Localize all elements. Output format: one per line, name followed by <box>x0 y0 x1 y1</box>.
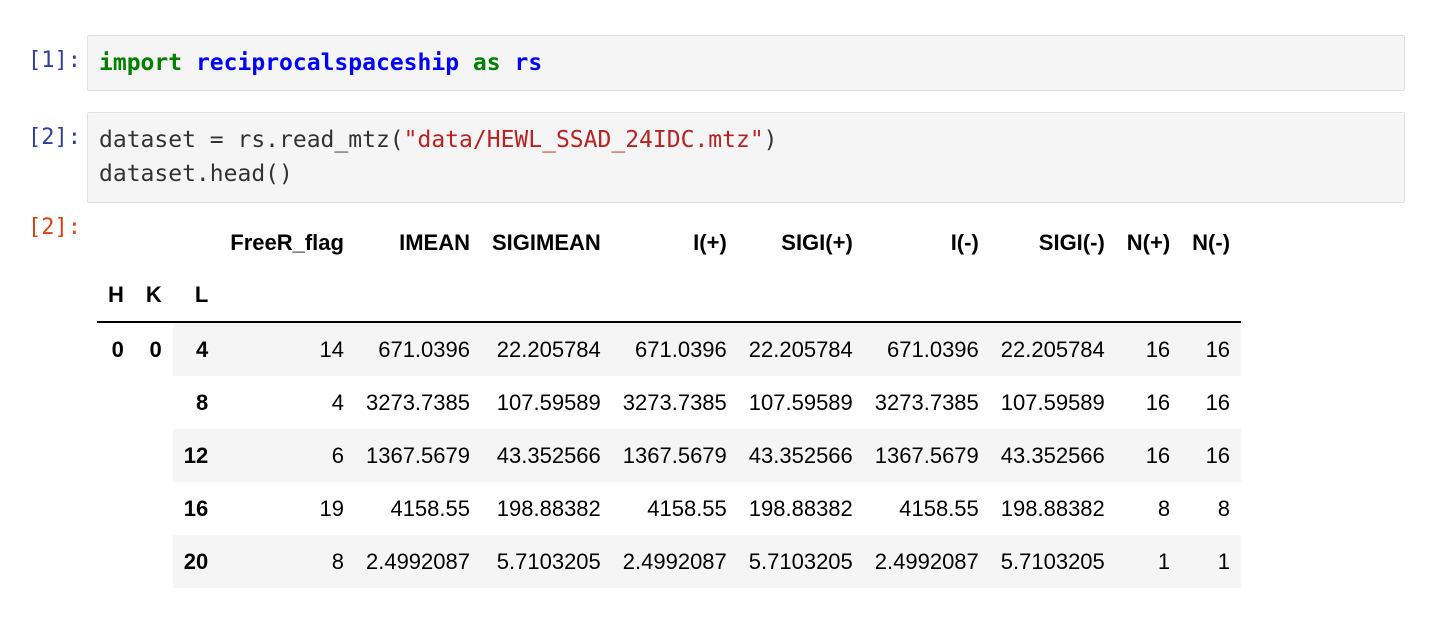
table-cell: 107.59589 <box>1000 389 1105 415</box>
table-cell: 43.352566 <box>737 429 864 482</box>
table-cell: 5.7103205 <box>989 535 1116 588</box>
table-cell: 43.352566 <box>989 429 1116 482</box>
table-cell: 16 <box>1145 389 1171 415</box>
index-l-value: 16 <box>183 495 209 521</box>
table-cell: 198.88382 <box>748 495 853 521</box>
table-cell: 16 <box>1115 322 1182 376</box>
table-cell: 1367.5679 <box>863 429 990 482</box>
dataframe-table: FreeR_flag IMEAN SIGIMEAN I(+) SIGI(+) I… <box>97 216 1242 588</box>
index-hk-value: 0 <box>97 322 135 588</box>
column-header: N(-) <box>1192 229 1231 255</box>
table-cell: 4 <box>331 389 344 415</box>
table-cell: 16 <box>1181 322 1242 376</box>
table-cell: 3273.7385 <box>365 389 470 415</box>
table-row: 20 8 2.4992087 5.7103205 2.4992087 5.7103205 2… <box>97 535 1242 588</box>
table-cell: 3273.7385 <box>622 389 727 415</box>
index-hk-value: 0 <box>134 322 173 588</box>
code-string: "data/HEWL_SSAD_24IDC.mtz" <box>403 127 764 153</box>
table-cell: 198.88382 <box>1000 495 1105 521</box>
table-cell: 43.352566 <box>480 429 612 482</box>
table-row: 0 0 4 14 671.0396 22.205784 671.0396 22.205784 6… <box>97 322 1242 588</box>
output-prompt-2: [2]: <box>28 215 81 240</box>
index-l-value: 4 <box>172 322 220 376</box>
table-cell: 8 <box>1157 495 1171 521</box>
column-header-row: FreeR_flag IMEAN SIGIMEAN I(+) SIGI(+) I… <box>97 216 1241 269</box>
index-name: K <box>134 269 173 323</box>
table-cell: 19 <box>319 495 344 521</box>
table-row: 12 6 1367.5679 43.352566 1367.5679 43.352566 1… <box>97 429 1242 482</box>
code-cell-2[interactable]: dataset = rs.read_mtz("data/HEWL_SSAD_24… <box>87 112 1405 203</box>
code-keyword-import: import <box>99 50 183 76</box>
table-cell: 671.0396 <box>863 322 990 376</box>
table-cell: 8 <box>1217 495 1231 521</box>
table-cell: 6 <box>219 429 355 482</box>
index-name: L <box>172 269 220 323</box>
code-text: dataset = rs.read_mtz( <box>99 127 404 153</box>
index-name: H <box>97 269 135 323</box>
column-header: SIGIMEAN <box>491 229 601 255</box>
column-header: FreeR_flag <box>230 229 344 255</box>
table-cell: 198.88382 <box>496 495 601 521</box>
column-header: I(+) <box>693 229 727 255</box>
table-cell: 4158.55 <box>899 495 979 521</box>
table-cell: 1367.5679 <box>611 429 738 482</box>
code-cell-1[interactable]: import reciprocalspaceship as rs <box>87 35 1405 91</box>
index-name-row: H K L <box>97 269 1242 323</box>
table-row: 8 4 3273.7385 107.59589 3273.7385 107.59589 32… <box>97 376 1241 429</box>
table-cell: 16 <box>1115 429 1182 482</box>
table-cell: 671.0396 <box>354 322 481 376</box>
column-header: SIGI(-) <box>1038 229 1105 255</box>
table-cell: 1367.5679 <box>354 429 481 482</box>
column-header: N(+) <box>1126 229 1171 255</box>
table-row: 16 19 4158.55 198.88382 4158.55 198.88382 4158… <box>97 482 1241 535</box>
table-cell: 2.4992087 <box>611 535 738 588</box>
table-cell: 1 <box>1115 535 1182 588</box>
index-l-value: 12 <box>172 429 220 482</box>
index-l-value: 20 <box>172 535 220 588</box>
blank-header <box>97 216 135 269</box>
code-module-name: reciprocalspaceship <box>195 50 460 76</box>
column-header: SIGI(+) <box>781 229 853 255</box>
input-prompt-1: [1]: <box>28 48 81 73</box>
table-cell: 14 <box>219 322 355 376</box>
index-l-value: 8 <box>196 389 209 415</box>
table-cell: 5.7103205 <box>480 535 612 588</box>
blank-header <box>135 216 173 269</box>
code-alias: rs <box>514 50 543 76</box>
table-cell: 22.205784 <box>480 322 612 376</box>
code-text: ) <box>763 127 778 153</box>
input-prompt-2: [2]: <box>28 125 81 150</box>
table-cell: 107.59589 <box>496 389 601 415</box>
table-cell: 4158.55 <box>390 495 470 521</box>
table-cell: 3273.7385 <box>874 389 979 415</box>
table-cell: 16 <box>1205 389 1231 415</box>
table-cell: 16 <box>1181 429 1242 482</box>
blank-header <box>173 216 219 269</box>
table-cell: 1 <box>1181 535 1242 588</box>
table-cell: 2.4992087 <box>354 535 481 588</box>
table-cell: 4158.55 <box>647 495 727 521</box>
table-cell: 107.59589 <box>748 389 853 415</box>
table-cell: 22.205784 <box>737 322 864 376</box>
table-cell: 5.7103205 <box>737 535 864 588</box>
code-keyword-as: as <box>472 50 501 76</box>
table-cell: 8 <box>219 535 355 588</box>
table-cell: 22.205784 <box>989 322 1116 376</box>
column-header: IMEAN <box>399 229 470 255</box>
code-line-2: dataset.head() <box>99 161 293 187</box>
table-cell: 671.0396 <box>611 322 738 376</box>
code-line-1: dataset = rs.read_mtz("data/HEWL_SSAD_24… <box>99 123 1393 157</box>
column-header: I(-) <box>950 229 979 255</box>
table-cell: 2.4992087 <box>863 535 990 588</box>
